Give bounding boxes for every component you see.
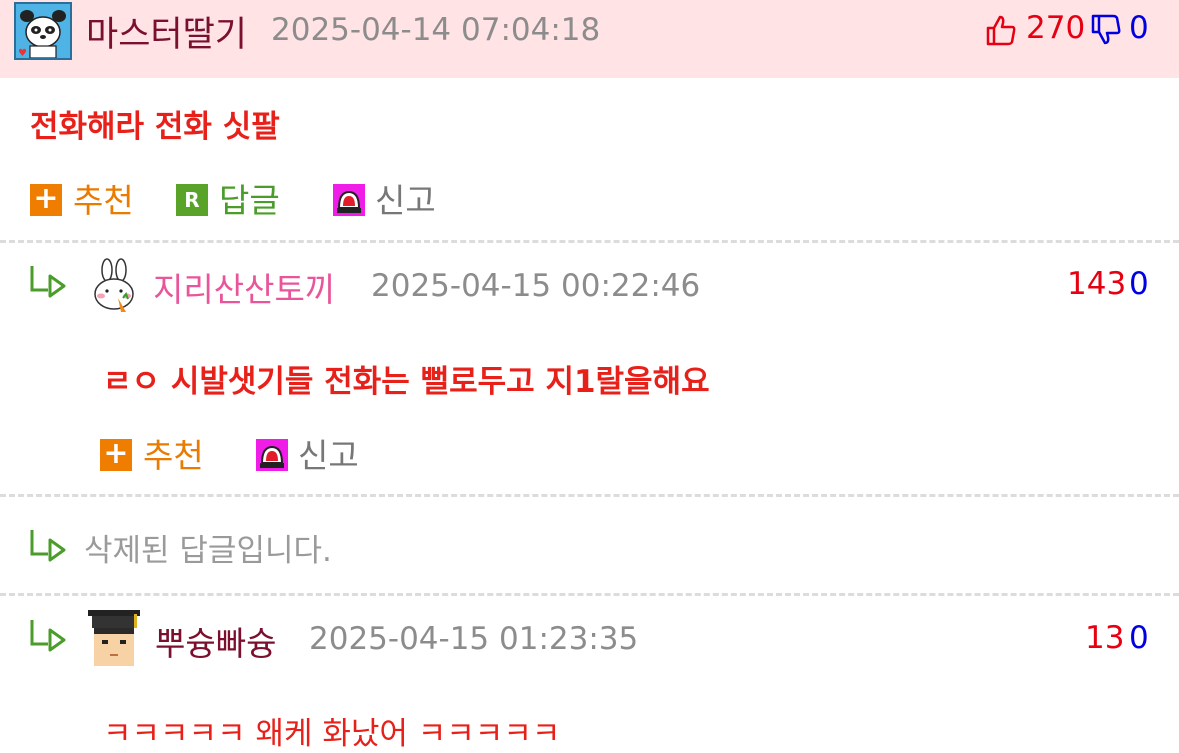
comment-content: 전화해라 전화 싯팔 (30, 109, 280, 145)
rabbit-avatar[interactable] (90, 258, 140, 320)
siren-icon (256, 439, 288, 471)
siren-icon (333, 184, 365, 216)
reply-button[interactable]: 답글 (219, 174, 280, 222)
reply-nickname[interactable]: 뿌슝빠슝 (155, 617, 276, 665)
reply-like-count: 143 (1067, 266, 1127, 302)
like-count: 270 (1026, 10, 1086, 46)
author-nickname[interactable]: 마스터딸기 (86, 6, 247, 57)
panda-avatar[interactable]: ♥ (14, 2, 72, 60)
reply-date: 2025-04-15 01:23:35 (309, 621, 639, 657)
reply-content: ㅋㅋㅋㅋㅋ 왜케 화났어 ㅋㅋㅋㅋㅋ (103, 716, 561, 752)
report-button[interactable]: 신고 (375, 174, 436, 222)
reply-nickname[interactable]: 지리산산토끼 (153, 263, 335, 311)
reply-date: 2025-04-15 00:22:46 (371, 268, 701, 304)
dislike-count: 0 (1129, 10, 1149, 46)
reply-dislike-count: 0 (1129, 266, 1149, 302)
reply-arrow-icon (28, 264, 68, 304)
thumbs-down-icon[interactable] (1090, 14, 1122, 50)
svg-text:♥: ♥ (18, 48, 27, 58)
report-button[interactable]: 신고 (298, 429, 359, 477)
recommend-button[interactable]: 추천 (73, 174, 134, 222)
plus-icon: + (30, 184, 62, 216)
reply-like-count: 13 (1085, 620, 1125, 656)
reply-r-icon: R (176, 184, 208, 216)
graduate-avatar[interactable] (84, 610, 144, 674)
thumbs-up-icon[interactable] (985, 14, 1017, 50)
comment-header: ♥ 마스터딸기 2025-04-14 07:04:18 270 0 (0, 0, 1179, 78)
plus-icon: + (100, 439, 132, 471)
post-date: 2025-04-14 07:04:18 (271, 12, 601, 48)
deleted-reply-text: 삭제된 답글입니다. (84, 533, 332, 569)
reply-arrow-icon (28, 618, 68, 658)
reply-dislike-count: 0 (1129, 620, 1149, 656)
divider (0, 593, 1179, 596)
reply-content: ㄹㅇ 시발샛기들 전화는 뻘로두고 지1랄을해요 (103, 364, 710, 400)
recommend-button[interactable]: 추천 (143, 429, 204, 477)
divider (0, 240, 1179, 243)
divider (0, 494, 1179, 497)
reply-arrow-icon (28, 528, 68, 568)
